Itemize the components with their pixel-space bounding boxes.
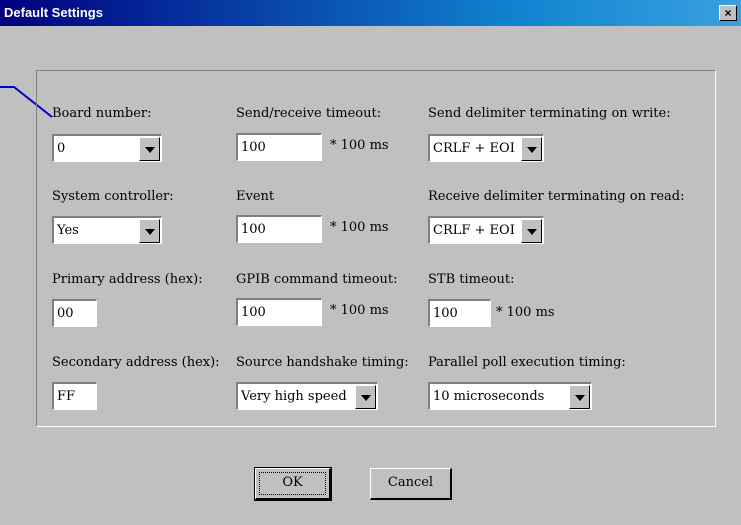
parallel-poll-dropdown-button[interactable] (569, 385, 590, 409)
secondary-address-value: FF (57, 389, 76, 404)
receive-delimiter-dropdown-button[interactable] (521, 219, 542, 243)
send-receive-timeout-unit: * 100 ms (330, 138, 389, 153)
board-number-value: 0 (57, 141, 66, 156)
source-handshake-label: Source handshake timing: (236, 355, 409, 370)
settings-group-box (36, 70, 716, 427)
board-number-label: Board number: (52, 106, 152, 121)
chevron-down-icon (527, 229, 537, 235)
primary-address-value: 00 (57, 306, 74, 321)
receive-delimiter-select[interactable]: CRLF + EOI (428, 216, 544, 244)
source-handshake-select[interactable]: Very high speed (236, 382, 378, 410)
gpib-command-timeout-unit: * 100 ms (330, 303, 389, 318)
parallel-poll-select[interactable]: 10 microseconds (428, 382, 592, 410)
send-delimiter-dropdown-button[interactable] (521, 137, 542, 161)
chevron-down-icon (575, 395, 585, 401)
parallel-poll-label: Parallel poll execution timing: (428, 355, 626, 370)
cancel-button[interactable]: Cancel (370, 468, 452, 500)
send-receive-timeout-label: Send/receive timeout: (236, 106, 382, 121)
system-controller-label: System controller: (52, 189, 174, 204)
chevron-down-icon (527, 147, 537, 153)
board-number-dropdown-button[interactable] (139, 137, 160, 161)
system-controller-value: Yes (57, 223, 79, 238)
system-controller-select[interactable]: Yes (52, 216, 162, 244)
send-delimiter-value: CRLF + EOI (433, 141, 515, 156)
chevron-down-icon (145, 229, 155, 235)
system-controller-dropdown-button[interactable] (139, 219, 160, 243)
stb-timeout-unit: * 100 ms (496, 305, 555, 320)
secondary-address-input[interactable]: FF (52, 382, 97, 410)
event-input[interactable]: 100 (236, 215, 322, 243)
chevron-down-icon (361, 395, 371, 401)
chevron-down-icon (145, 147, 155, 153)
primary-address-label: Primary address (hex): (52, 272, 203, 287)
event-unit: * 100 ms (330, 220, 389, 235)
send-receive-timeout-value: 100 (241, 140, 266, 155)
receive-delimiter-value: CRLF + EOI (433, 223, 515, 238)
source-handshake-dropdown-button[interactable] (355, 385, 376, 409)
stb-timeout-value: 100 (433, 306, 458, 321)
source-handshake-value: Very high speed (241, 389, 347, 404)
cancel-button-label: Cancel (387, 475, 434, 490)
gpib-command-timeout-input[interactable]: 100 (236, 298, 322, 326)
parallel-poll-value: 10 microseconds (433, 389, 545, 404)
board-number-select[interactable]: 0 (52, 134, 162, 162)
ok-button-label: OK (282, 475, 303, 490)
stb-timeout-input[interactable]: 100 (428, 299, 491, 327)
event-label: Event (236, 189, 275, 204)
secondary-address-label: Secondary address (hex): (52, 355, 220, 370)
gpib-command-timeout-label: GPIB command timeout: (236, 272, 398, 287)
send-receive-timeout-input[interactable]: 100 (236, 133, 322, 161)
ok-button[interactable]: OK (254, 467, 332, 501)
primary-address-input[interactable]: 00 (52, 299, 97, 327)
gpib-command-timeout-value: 100 (241, 305, 266, 320)
stb-timeout-label: STB timeout: (428, 272, 515, 287)
event-value: 100 (241, 222, 266, 237)
send-delimiter-select[interactable]: CRLF + EOI (428, 134, 544, 162)
receive-delimiter-label: Receive delimiter terminating on read: (428, 189, 685, 204)
send-delimiter-label: Send delimiter terminating on write: (428, 106, 671, 121)
